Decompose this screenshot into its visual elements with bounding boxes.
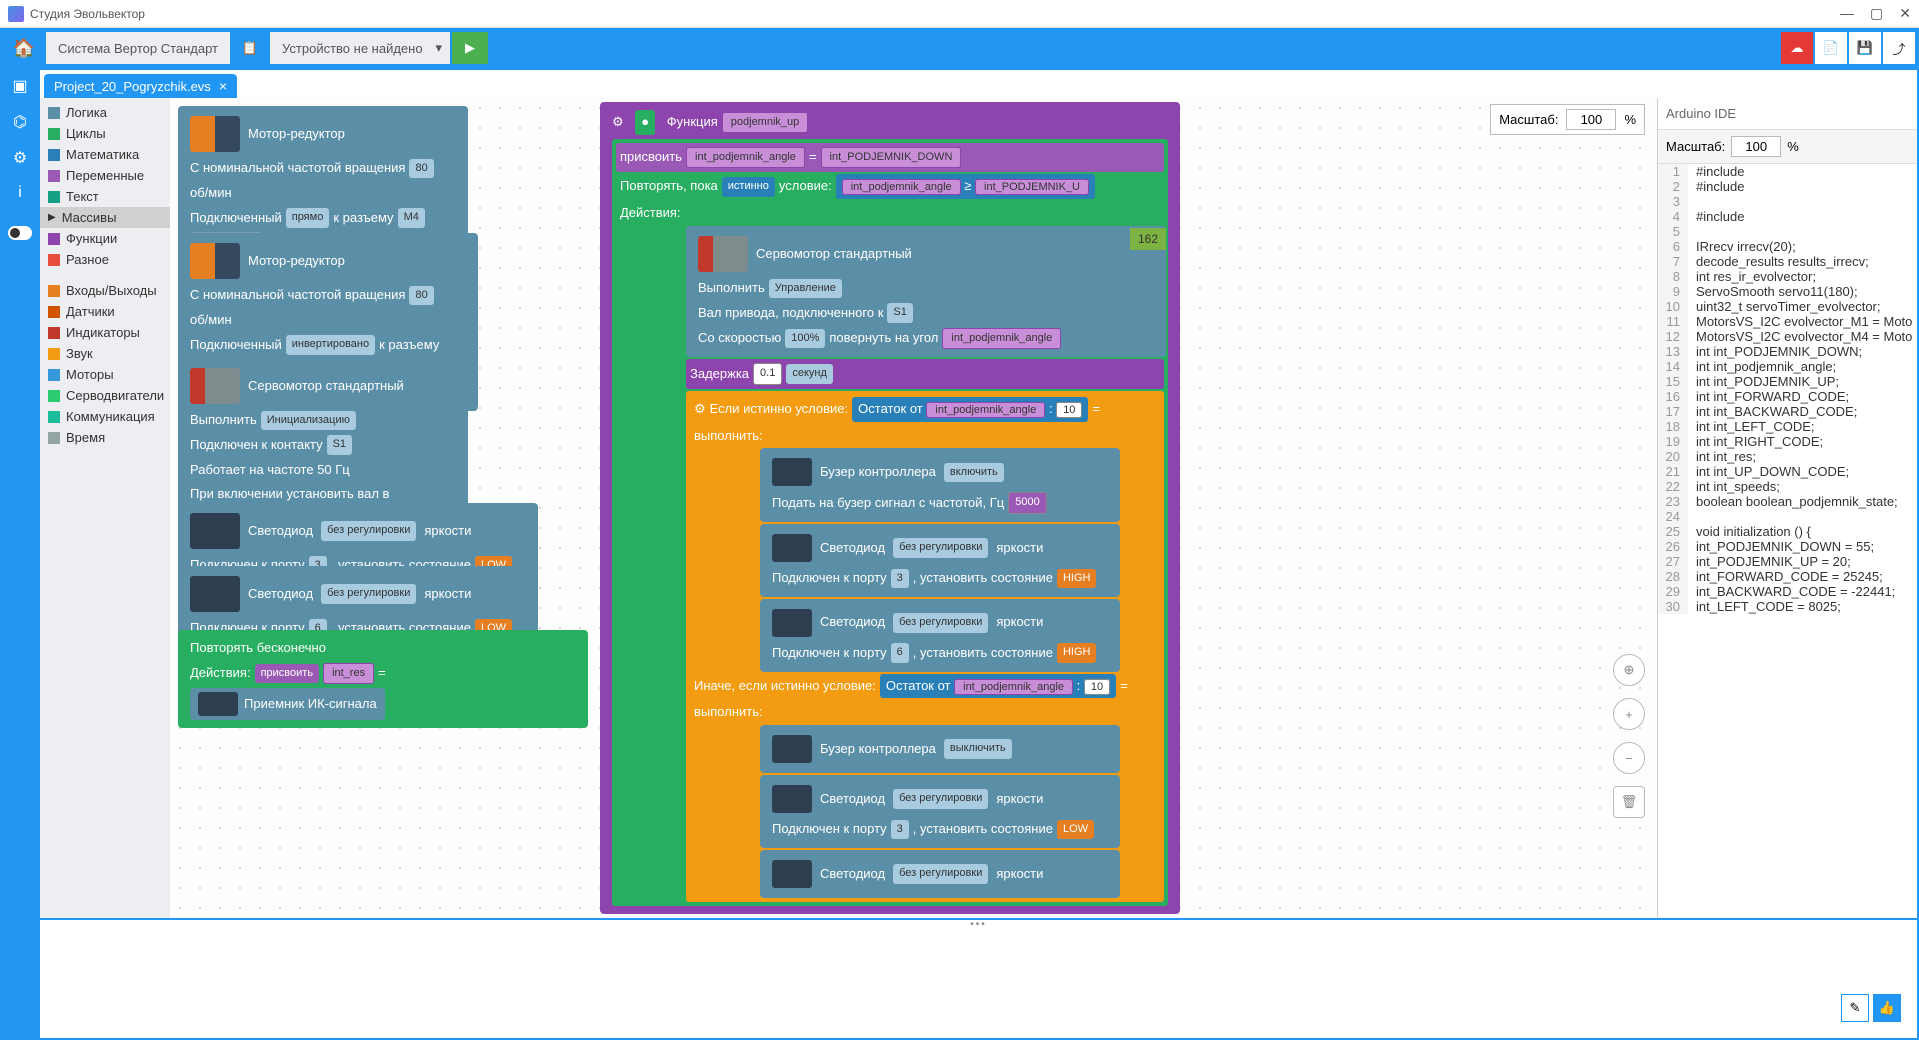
cloud-upload-icon[interactable]: ☁	[1781, 32, 1813, 64]
code-zoom-input[interactable]	[1731, 136, 1781, 157]
trash-icon[interactable]: 🗑	[1613, 786, 1645, 818]
app-icon	[8, 6, 24, 22]
category-item[interactable]	[40, 270, 170, 280]
upload-icon[interactable]: ⤴	[1883, 32, 1915, 64]
category-item[interactable]: Логика	[40, 102, 170, 123]
led-icon	[190, 513, 240, 549]
badge: 162	[1130, 228, 1166, 250]
category-item[interactable]: Моторы	[40, 364, 170, 385]
category-item[interactable]: Коммуникация	[40, 406, 170, 427]
window-controls: — ▢ ✕	[1840, 5, 1911, 22]
canvas-tools: ⊕ + − 🗑	[1613, 654, 1645, 818]
console-panel: ••• ✎ 👍	[40, 918, 1917, 1038]
category-item[interactable]: Циклы	[40, 123, 170, 144]
motor-icon	[190, 116, 240, 152]
block-canvas[interactable]: Масштаб: % 162 Мотор-редуктор С номиналь…	[170, 98, 1657, 918]
category-item[interactable]: Индикаторы	[40, 322, 170, 343]
category-item[interactable]: ▶Массивы	[40, 207, 170, 228]
save-icon[interactable]: 💾	[1849, 32, 1881, 64]
app-title: Студия Эвольвектор	[30, 7, 1840, 21]
category-item[interactable]: Переменные	[40, 165, 170, 186]
info-icon[interactable]: i	[18, 184, 22, 202]
category-item[interactable]: Математика	[40, 144, 170, 165]
code-panel-title: Arduino IDE	[1658, 98, 1917, 130]
category-item[interactable]: Входы/Выходы	[40, 280, 170, 301]
chip-icon[interactable]: ▣	[12, 76, 27, 96]
sidebar: ▣ ⌬ ⚙ i	[0, 68, 40, 1040]
thumbs-up-icon[interactable]: 👍	[1873, 994, 1901, 1022]
category-item[interactable]: Звук	[40, 343, 170, 364]
code-panel: Arduino IDE Масштаб: % 1#include2#includ…	[1657, 98, 1917, 918]
device-select[interactable]: Устройство не найдено▾	[270, 32, 450, 64]
motor-icon	[190, 243, 240, 279]
zoom-control: Масштаб: %	[1490, 104, 1645, 135]
tabs: Project_20_Pogryzchik.evs×	[40, 70, 1917, 98]
close-icon[interactable]: ✕	[1899, 5, 1911, 22]
minimize-icon[interactable]: —	[1840, 5, 1854, 22]
usb-icon[interactable]: ⌬	[13, 112, 27, 132]
play-button[interactable]: ▶	[452, 32, 488, 64]
system-select[interactable]: Система Вертор Стандарт	[46, 32, 230, 64]
tab-close-icon[interactable]: ×	[219, 78, 227, 94]
zoom-in-icon[interactable]: +	[1613, 698, 1645, 730]
category-item[interactable]: Время	[40, 427, 170, 448]
code-body[interactable]: 1#include2#include34#include 56IRrecv ir…	[1658, 164, 1917, 918]
block-categories: ЛогикаЦиклыМатематикаПеременныеТекст▶Мас…	[40, 98, 170, 918]
wand-icon[interactable]: ✎	[1841, 994, 1869, 1022]
category-item[interactable]: Функции	[40, 228, 170, 249]
zoom-out-icon[interactable]: −	[1613, 742, 1645, 774]
titlebar: Студия Эвольвектор — ▢ ✕	[0, 0, 1919, 28]
resize-handle[interactable]: •••	[959, 920, 999, 928]
theme-toggle[interactable]	[8, 226, 32, 240]
led-icon	[190, 576, 240, 612]
category-item[interactable]: Серводвигатели	[40, 385, 170, 406]
category-item[interactable]: Разное	[40, 249, 170, 270]
settings-icon[interactable]: ⚙	[13, 148, 27, 168]
zoom-input[interactable]	[1566, 109, 1616, 130]
file-tab[interactable]: Project_20_Pogryzchik.evs×	[44, 74, 237, 98]
maximize-icon[interactable]: ▢	[1870, 5, 1883, 22]
new-file-icon[interactable]: 📄	[1815, 32, 1847, 64]
center-icon[interactable]: ⊕	[1613, 654, 1645, 686]
category-item[interactable]: Датчики	[40, 301, 170, 322]
toolbar: 🏠 Система Вертор Стандарт 📋 Устройство н…	[0, 28, 1919, 68]
servo-icon	[190, 368, 240, 404]
home-icon[interactable]: 🏠	[4, 28, 44, 68]
category-item[interactable]: Текст	[40, 186, 170, 207]
board-icon[interactable]: 📋	[232, 32, 268, 64]
